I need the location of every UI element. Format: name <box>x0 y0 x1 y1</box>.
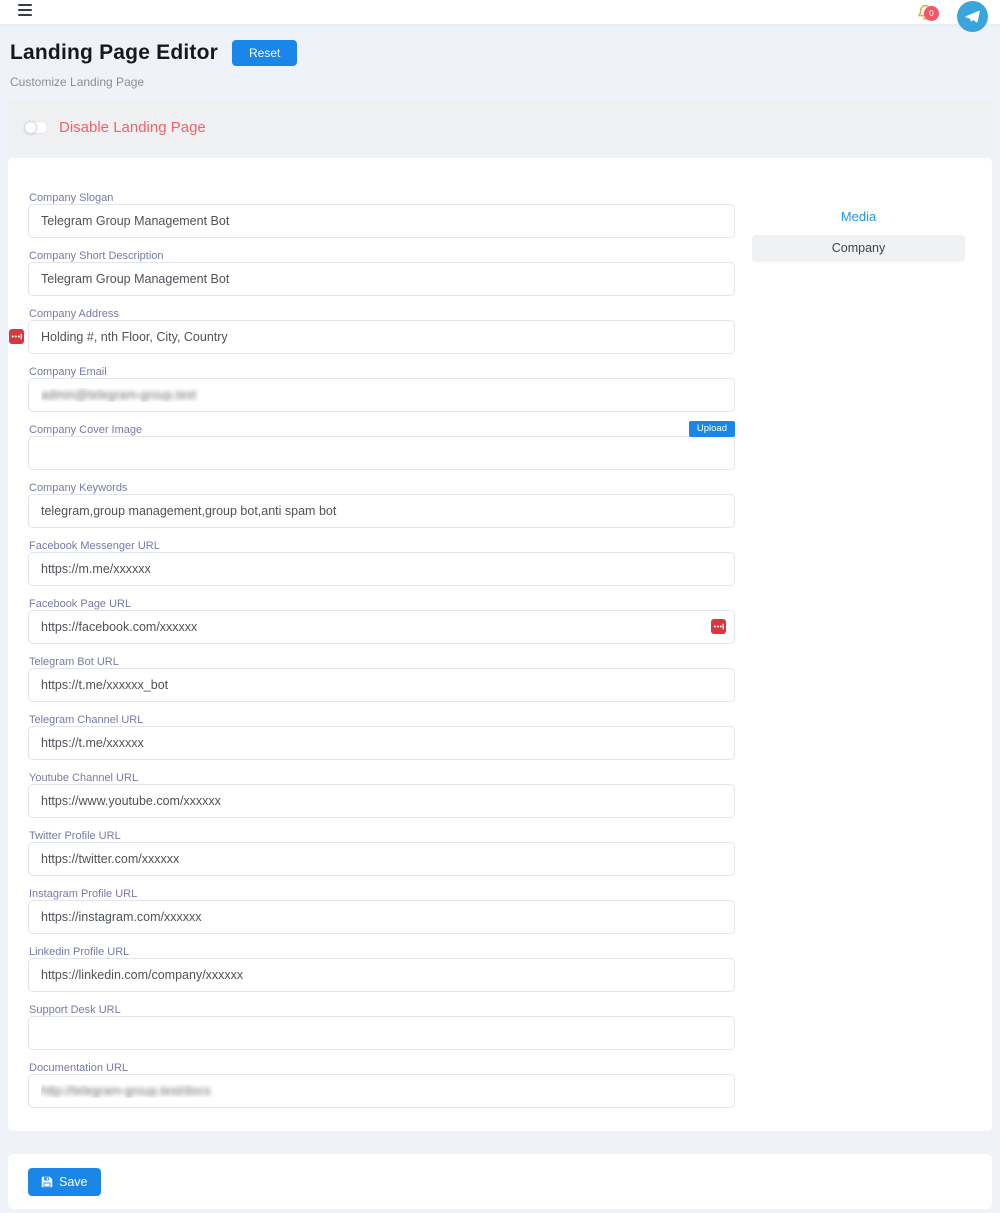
reset-button[interactable]: Reset <box>232 40 297 66</box>
page-header: Landing Page Editor Reset <box>10 40 992 66</box>
save-card: Save <box>8 1154 992 1209</box>
page-subtitle: Customize Landing Page <box>10 75 992 89</box>
company-cover-image-input[interactable] <box>28 436 735 470</box>
notification-badge: 0 <box>924 6 939 21</box>
twitter-profile-url-label: Twitter Profile URL <box>29 830 735 842</box>
company-short-description-input[interactable] <box>28 262 735 296</box>
notifications-button[interactable]: 0 <box>917 4 941 24</box>
page-title: Landing Page Editor <box>10 41 218 65</box>
twitter-profile-url-input[interactable] <box>28 842 735 876</box>
telegram-bot-url-input[interactable] <box>28 668 735 702</box>
linkedin-profile-url-label: Linkedin Profile URL <box>29 946 735 958</box>
save-button[interactable]: Save <box>28 1168 101 1196</box>
linkedin-profile-url-input[interactable] <box>28 958 735 992</box>
field-youtube-channel-url: Youtube Channel URL <box>28 772 735 818</box>
extension-overlay-icon <box>9 329 24 344</box>
field-instagram-profile-url: Instagram Profile URL <box>28 888 735 934</box>
field-support-desk-url: Support Desk URL <box>28 1004 735 1050</box>
field-linkedin-profile-url: Linkedin Profile URL <box>28 946 735 992</box>
instagram-profile-url-input[interactable] <box>28 900 735 934</box>
field-company-cover-image: Company Cover ImageUpload <box>28 424 735 470</box>
extension-overlay-icon <box>711 619 726 634</box>
menu-icon[interactable] <box>18 4 32 16</box>
field-company-address: Company Address <box>28 308 735 354</box>
documentation-url-input[interactable] <box>28 1074 735 1108</box>
support-desk-url-input[interactable] <box>28 1016 735 1050</box>
instagram-profile-url-label: Instagram Profile URL <box>29 888 735 900</box>
company-form: Company Slogan Company Short Description C… <box>28 192 735 1120</box>
youtube-channel-url-input[interactable] <box>28 784 735 818</box>
field-company-slogan: Company Slogan <box>28 192 735 238</box>
save-icon <box>41 1176 53 1188</box>
facebook-page-url-input[interactable] <box>28 610 735 644</box>
documentation-url-label: Documentation URL <box>29 1062 735 1074</box>
upload-button[interactable]: Upload <box>689 421 735 437</box>
facebook-messenger-url-input[interactable] <box>28 552 735 586</box>
company-cover-image-label: Company Cover Image <box>29 424 735 436</box>
topbar: 0 <box>0 0 1000 24</box>
company-email-label: Company Email <box>29 366 735 378</box>
company-address-label: Company Address <box>29 308 735 320</box>
company-slogan-input[interactable] <box>28 204 735 238</box>
telegram-channel-url-label: Telegram Channel URL <box>29 714 735 726</box>
field-documentation-url: Documentation URL <box>28 1062 735 1108</box>
disable-landing-card: Disable Landing Page <box>8 100 992 154</box>
company-keywords-input[interactable] <box>28 494 735 528</box>
field-facebook-page-url: Facebook Page URL <box>28 598 735 644</box>
media-sidebar: Media Company <box>752 192 965 1120</box>
youtube-channel-url-label: Youtube Channel URL <box>29 772 735 784</box>
user-avatar[interactable] <box>957 1 988 32</box>
disable-landing-toggle[interactable] <box>24 121 48 134</box>
telegram-bot-url-label: Telegram Bot URL <box>29 656 735 668</box>
company-short-description-label: Company Short Description <box>29 250 735 262</box>
field-company-short-description: Company Short Description <box>28 250 735 296</box>
facebook-page-url-label: Facebook Page URL <box>29 598 735 610</box>
editor-card: Company Slogan Company Short Description C… <box>8 158 992 1131</box>
disable-landing-label: Disable Landing Page <box>59 119 206 136</box>
field-telegram-channel-url: Telegram Channel URL <box>28 714 735 760</box>
page-content: Landing Page Editor Reset Customize Land… <box>0 40 1000 1209</box>
company-email-input[interactable] <box>28 378 735 412</box>
save-button-label: Save <box>59 1175 88 1189</box>
field-telegram-bot-url: Telegram Bot URL <box>28 656 735 702</box>
company-keywords-label: Company Keywords <box>29 482 735 494</box>
field-facebook-messenger-url: Facebook Messenger URL <box>28 540 735 586</box>
company-slogan-label: Company Slogan <box>29 192 735 204</box>
telegram-channel-url-input[interactable] <box>28 726 735 760</box>
sidebar-item-company[interactable]: Company <box>752 235 965 262</box>
telegram-plane-icon <box>965 10 980 23</box>
facebook-messenger-url-label: Facebook Messenger URL <box>29 540 735 552</box>
company-address-input[interactable] <box>28 320 735 354</box>
media-link[interactable]: Media <box>752 209 965 224</box>
field-company-keywords: Company Keywords <box>28 482 735 528</box>
support-desk-url-label: Support Desk URL <box>29 1004 735 1016</box>
field-twitter-profile-url: Twitter Profile URL <box>28 830 735 876</box>
field-company-email: Company Email <box>28 366 735 412</box>
